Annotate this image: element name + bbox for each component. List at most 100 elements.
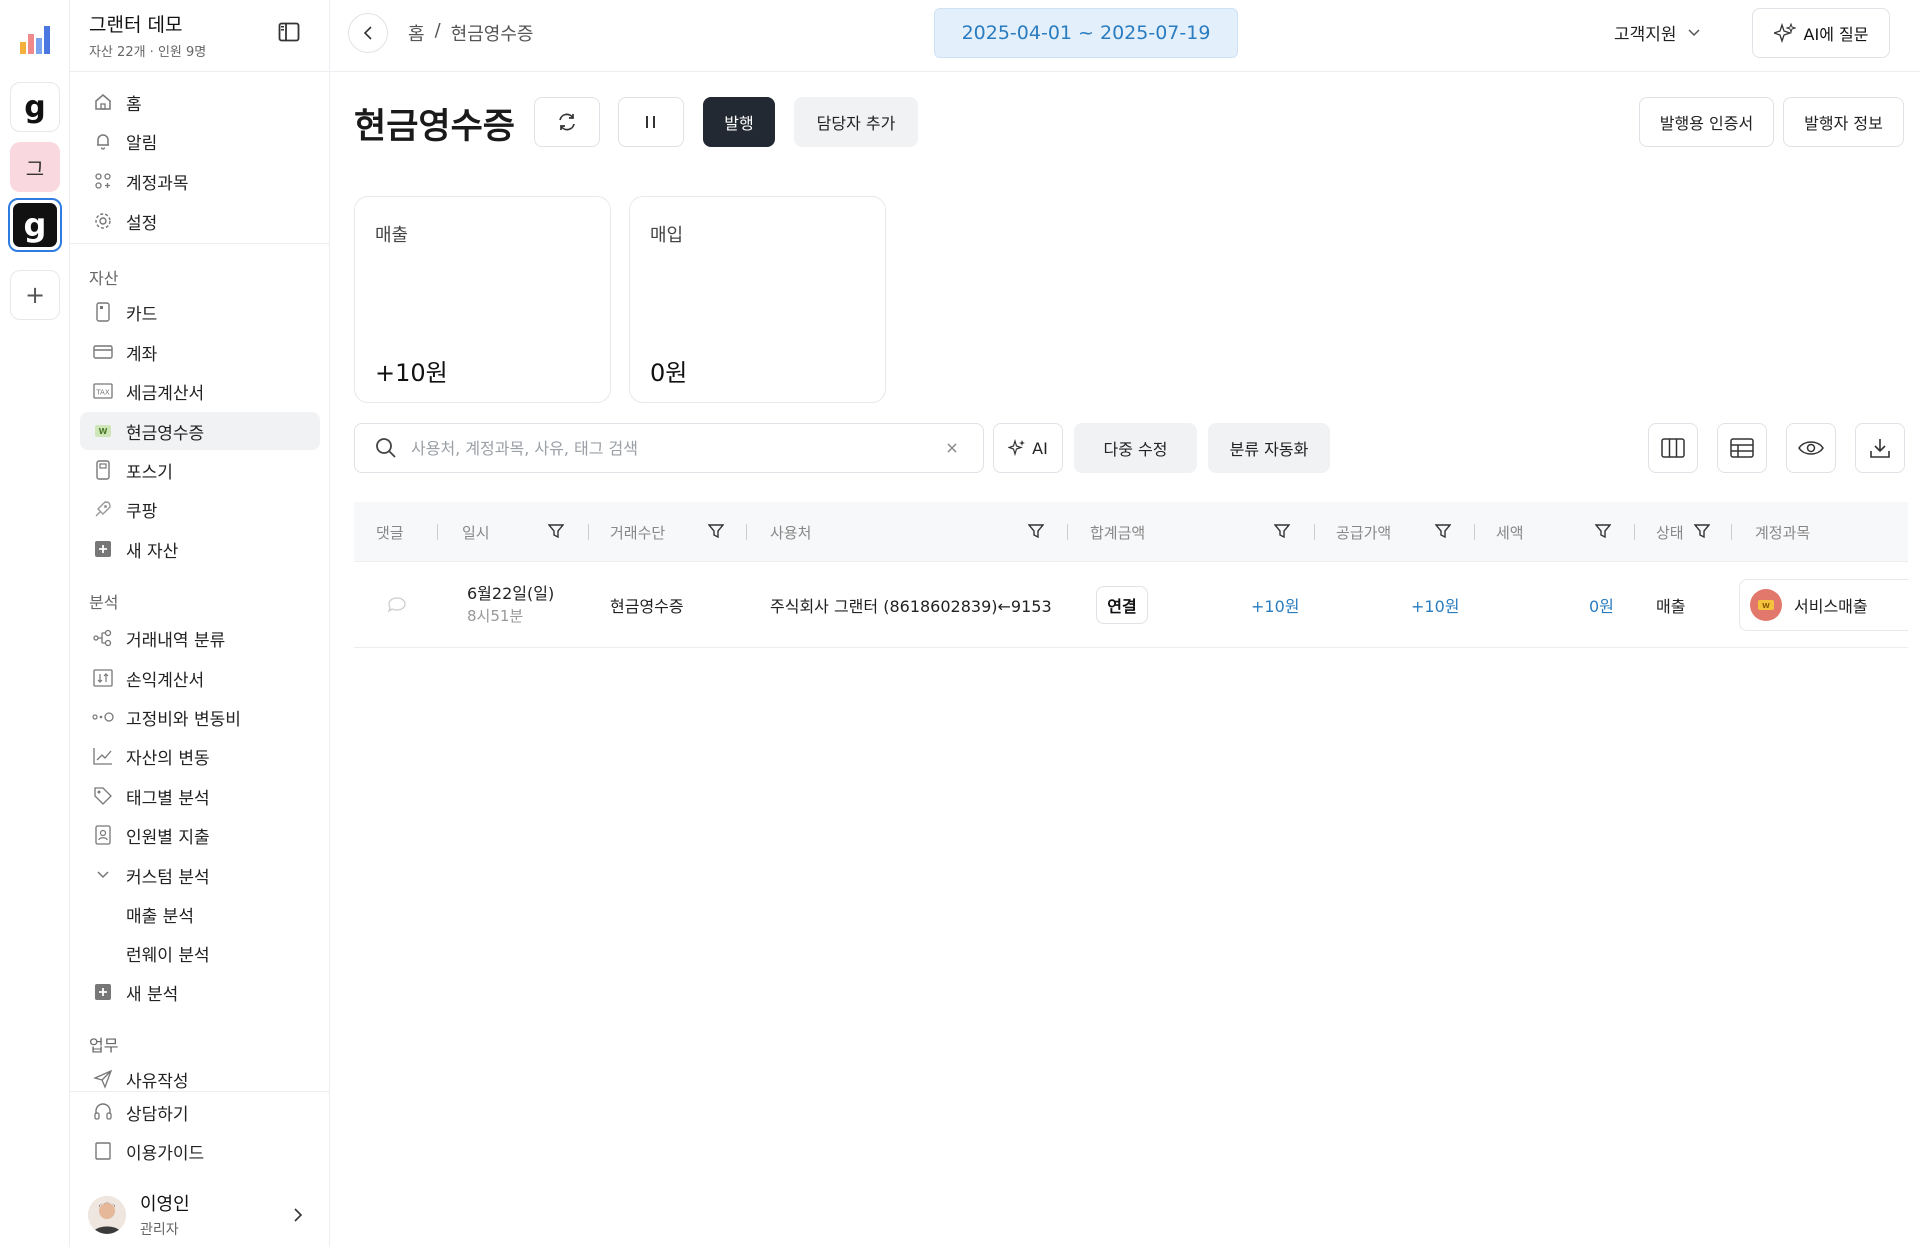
sidebar-item-consult[interactable]: 상담하기: [80, 1093, 320, 1131]
card-title: 매출: [375, 225, 409, 246]
clear-icon[interactable]: [945, 441, 959, 455]
column-header-supply[interactable]: 공급가액: [1336, 522, 1391, 543]
ai-filter-button[interactable]: AI: [993, 423, 1063, 473]
sidebar-item-label: 홈: [126, 94, 142, 115]
sales-summary-card[interactable]: 매출 +10원: [354, 196, 611, 403]
column-header-method[interactable]: 거래수단: [610, 522, 665, 543]
plus-square-icon: [92, 981, 114, 1003]
sidebar-item-bank[interactable]: 계좌: [80, 333, 320, 371]
org-switch-kor[interactable]: 그: [10, 142, 60, 192]
column-separator[interactable]: [746, 524, 747, 540]
sidebar-item-sales-analysis[interactable]: 매출 분석: [80, 895, 320, 933]
org-info[interactable]: 그랜터 데모 자산 22개 · 인원 9명: [89, 10, 206, 60]
org-name: 그랜터 데모: [89, 14, 183, 36]
user-profile[interactable]: 이영인 관리자: [88, 1190, 190, 1239]
sidebar-item-classify[interactable]: 거래내역 분류: [80, 619, 320, 657]
sidebar-item-tax-invoice[interactable]: TAX 세금계산서: [80, 372, 320, 410]
org-switch-active[interactable]: g: [8, 198, 62, 252]
org-switch-g[interactable]: g: [10, 82, 60, 132]
column-separator[interactable]: [1067, 524, 1068, 540]
sidebar-item-accounts[interactable]: 계정과목: [80, 162, 320, 200]
table-header: 댓글 일시 거래수단 사용처 합계금액 공급가액 세액 상태 계정과목: [354, 502, 1908, 562]
column-header-tax[interactable]: 세액: [1496, 522, 1524, 543]
sidebar-item-label: 새 분석: [126, 984, 179, 1005]
sidebar-item-settings[interactable]: 설정: [80, 202, 320, 240]
sidebar-item-fixed-variable[interactable]: 고정비와 변동비: [80, 698, 320, 736]
filter-icon[interactable]: [708, 523, 724, 539]
support-label: 고객지원: [1614, 25, 1677, 45]
filter-icon[interactable]: [1274, 523, 1290, 539]
app-logo[interactable]: [10, 14, 60, 64]
filter-icon[interactable]: [1694, 523, 1710, 539]
breadcrumb-home[interactable]: 홈: [408, 20, 425, 46]
comment-icon[interactable]: [386, 595, 408, 615]
classify-icon: [92, 627, 114, 649]
sidebar-item-new-analysis[interactable]: 새 분석: [80, 973, 320, 1011]
sidebar-item-tag-analysis[interactable]: 태그별 분석: [80, 777, 320, 815]
sidebar-item-card[interactable]: 카드: [80, 293, 320, 331]
headset-icon: [92, 1101, 114, 1123]
table-row[interactable]: 6월22일(일) 8시51분 현금영수증 주식회사 그랜터 (861860283…: [354, 562, 1908, 648]
pause-button[interactable]: [618, 97, 684, 147]
add-manager-button[interactable]: 담당자 추가: [794, 97, 918, 147]
account-chip[interactable]: W 서비스매출: [1739, 579, 1908, 631]
auto-classify-button[interactable]: 분류 자동화: [1208, 423, 1330, 473]
visibility-button[interactable]: [1786, 423, 1836, 473]
sidebar-item-pos[interactable]: 포스기: [80, 451, 320, 489]
sidebar-item-new-asset[interactable]: 새 자산: [80, 530, 320, 568]
sidebar-item-label: 현금영수증: [126, 423, 205, 444]
column-separator[interactable]: [588, 524, 589, 540]
refresh-button[interactable]: [534, 97, 600, 147]
sidebar-item-cash-receipt[interactable]: W 현금영수증: [80, 412, 320, 450]
column-separator[interactable]: [1314, 524, 1315, 540]
column-separator[interactable]: [1474, 524, 1475, 540]
add-org-button[interactable]: +: [10, 270, 60, 320]
card-title: 매입: [650, 225, 684, 246]
breadcrumb: 홈 / 현금영수증: [408, 20, 533, 46]
cash-receipt-icon: W: [92, 420, 114, 442]
columns-button[interactable]: [1648, 423, 1698, 473]
sidebar-item-custom-analysis[interactable]: 커스텀 분석: [80, 856, 320, 894]
sidebar-item-home[interactable]: 홈: [80, 83, 320, 121]
column-header-comment[interactable]: 댓글: [376, 522, 404, 543]
back-button[interactable]: [348, 13, 388, 53]
column-header-merchant[interactable]: 사용처: [770, 522, 811, 543]
issue-button[interactable]: 발행: [703, 97, 775, 147]
filter-icon[interactable]: [1435, 523, 1451, 539]
date-range-picker[interactable]: 2025-04-01 ~ 2025-07-19: [934, 8, 1238, 58]
filter-icon[interactable]: [1028, 523, 1044, 539]
filter-icon[interactable]: [1595, 523, 1611, 539]
sidebar-item-asset-change[interactable]: 자산의 변동: [80, 737, 320, 775]
bulk-edit-button[interactable]: 다중 수정: [1074, 423, 1197, 473]
sidebar-item-guide[interactable]: 이용가이드: [80, 1132, 320, 1170]
column-header-datetime[interactable]: 일시: [462, 522, 490, 543]
column-separator[interactable]: [1634, 524, 1635, 540]
eye-icon: [1798, 441, 1824, 455]
link-button[interactable]: 연결: [1096, 586, 1148, 624]
sidebar-item-runway-analysis[interactable]: 런웨이 분석: [80, 934, 320, 972]
row-tax: 0원: [1589, 597, 1614, 616]
purchase-summary-card[interactable]: 매입 0원: [629, 196, 886, 403]
sidebar-item-alerts[interactable]: 알림: [80, 122, 320, 160]
issuer-info-button[interactable]: 발행자 정보: [1783, 97, 1904, 147]
sidebar-item-coupang[interactable]: 쿠팡: [80, 490, 320, 528]
sidebar-item-label: 설정: [126, 213, 158, 234]
filter-icon[interactable]: [548, 523, 564, 539]
sidebar-toggle-icon[interactable]: [278, 22, 300, 42]
sidebar-item-income-statement[interactable]: 손익계산서: [80, 659, 320, 697]
column-separator[interactable]: [1731, 524, 1732, 540]
column-header-account[interactable]: 계정과목: [1755, 522, 1810, 543]
chevron-right-icon[interactable]: [292, 1207, 304, 1228]
sidebar-item-label: 포스기: [126, 462, 173, 483]
issuing-cert-button[interactable]: 발행용 인증서: [1639, 97, 1774, 147]
sidebar-item-person-spend[interactable]: 인원별 지출: [80, 816, 320, 854]
support-dropdown[interactable]: 고객지원: [1614, 20, 1701, 45]
column-header-status[interactable]: 상태: [1656, 522, 1684, 543]
service-revenue-icon: W: [1750, 589, 1782, 621]
column-header-total[interactable]: 합계금액: [1090, 522, 1145, 543]
column-separator[interactable]: [437, 524, 438, 540]
table-view-button[interactable]: [1717, 423, 1767, 473]
search-input[interactable]: [411, 438, 921, 458]
ask-ai-button[interactable]: AI에 질문: [1752, 8, 1890, 58]
download-button[interactable]: [1855, 423, 1905, 473]
